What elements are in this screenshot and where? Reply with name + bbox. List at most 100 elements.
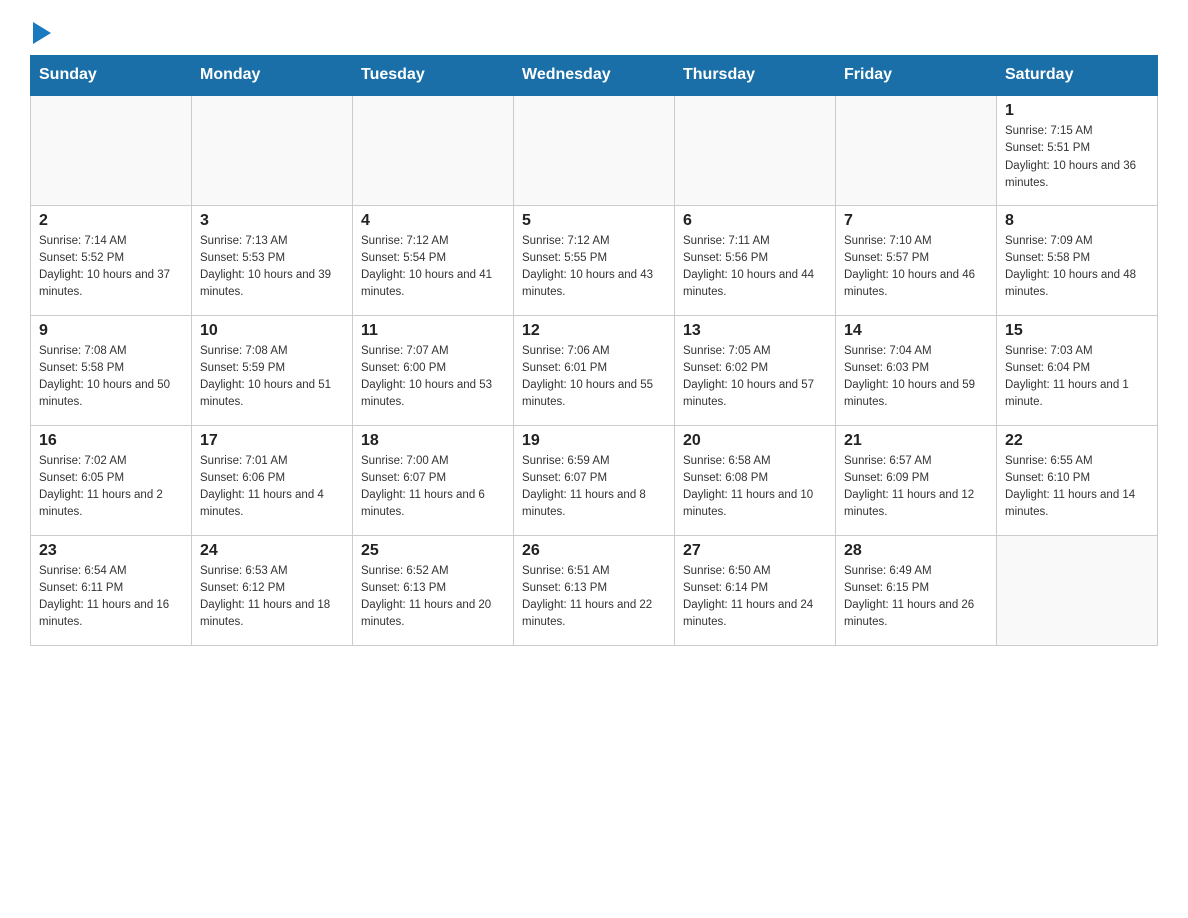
calendar-cell: 19 Sunrise: 6:59 AMSunset: 6:07 PMDayligh…: [514, 425, 675, 535]
calendar-week-row: 9 Sunrise: 7:08 AMSunset: 5:58 PMDaylight…: [31, 315, 1158, 425]
calendar-cell: 23 Sunrise: 6:54 AMSunset: 6:11 PMDayligh…: [31, 535, 192, 645]
day-number: 6: [683, 212, 827, 230]
calendar-cell: [675, 95, 836, 205]
calendar-cell: 7 Sunrise: 7:10 AMSunset: 5:57 PMDaylight…: [836, 205, 997, 315]
calendar-cell: 15 Sunrise: 7:03 AMSunset: 6:04 PMDayligh…: [997, 315, 1158, 425]
calendar-cell: [836, 95, 997, 205]
day-number: 8: [1005, 212, 1149, 230]
calendar-week-row: 1 Sunrise: 7:15 AMSunset: 5:51 PMDaylight…: [31, 95, 1158, 205]
day-info: Sunrise: 7:08 AMSunset: 5:59 PMDaylight:…: [200, 343, 344, 412]
day-info: Sunrise: 7:14 AMSunset: 5:52 PMDaylight:…: [39, 233, 183, 302]
day-number: 25: [361, 542, 505, 560]
calendar-cell: 12 Sunrise: 7:06 AMSunset: 6:01 PMDayligh…: [514, 315, 675, 425]
day-number: 22: [1005, 432, 1149, 450]
calendar-cell: 21 Sunrise: 6:57 AMSunset: 6:09 PMDayligh…: [836, 425, 997, 535]
calendar-cell: 1 Sunrise: 7:15 AMSunset: 5:51 PMDaylight…: [997, 95, 1158, 205]
day-number: 21: [844, 432, 988, 450]
calendar-cell: [997, 535, 1158, 645]
calendar-cell: 11 Sunrise: 7:07 AMSunset: 6:00 PMDayligh…: [353, 315, 514, 425]
day-number: 16: [39, 432, 183, 450]
day-info: Sunrise: 7:08 AMSunset: 5:58 PMDaylight:…: [39, 343, 183, 412]
day-info: Sunrise: 7:01 AMSunset: 6:06 PMDaylight:…: [200, 453, 344, 522]
day-info: Sunrise: 6:54 AMSunset: 6:11 PMDaylight:…: [39, 563, 183, 632]
day-info: Sunrise: 6:55 AMSunset: 6:10 PMDaylight:…: [1005, 453, 1149, 522]
day-number: 12: [522, 322, 666, 340]
day-info: Sunrise: 6:58 AMSunset: 6:08 PMDaylight:…: [683, 453, 827, 522]
day-info: Sunrise: 6:52 AMSunset: 6:13 PMDaylight:…: [361, 563, 505, 632]
day-number: 28: [844, 542, 988, 560]
day-info: Sunrise: 6:59 AMSunset: 6:07 PMDaylight:…: [522, 453, 666, 522]
day-info: Sunrise: 6:50 AMSunset: 6:14 PMDaylight:…: [683, 563, 827, 632]
calendar-cell: 28 Sunrise: 6:49 AMSunset: 6:15 PMDayligh…: [836, 535, 997, 645]
calendar-cell: [31, 95, 192, 205]
calendar-week-row: 16 Sunrise: 7:02 AMSunset: 6:05 PMDayligh…: [31, 425, 1158, 535]
day-number: 26: [522, 542, 666, 560]
calendar-cell: 20Sunrise: 6:58 AMSunset: 6:08 PMDayligh…: [675, 425, 836, 535]
day-number: 27: [683, 542, 827, 560]
calendar-table: SundayMondayTuesdayWednesdayThursdayFrid…: [30, 55, 1158, 646]
day-number: 4: [361, 212, 505, 230]
day-info: Sunrise: 7:02 AMSunset: 6:05 PMDaylight:…: [39, 453, 183, 522]
calendar-cell: 3 Sunrise: 7:13 AMSunset: 5:53 PMDaylight…: [192, 205, 353, 315]
day-info: Sunrise: 7:00 AMSunset: 6:07 PMDaylight:…: [361, 453, 505, 522]
day-info: Sunrise: 7:12 AMSunset: 5:55 PMDaylight:…: [522, 233, 666, 302]
calendar-cell: 5 Sunrise: 7:12 AMSunset: 5:55 PMDaylight…: [514, 205, 675, 315]
day-number: 1: [1005, 102, 1149, 120]
calendar-cell: 13 Sunrise: 7:05 AMSunset: 6:02 PMDayligh…: [675, 315, 836, 425]
day-number: 13: [683, 322, 827, 340]
calendar-header-monday: Monday: [192, 56, 353, 96]
day-number: 18: [361, 432, 505, 450]
day-number: 10: [200, 322, 344, 340]
calendar-cell: 27 Sunrise: 6:50 AMSunset: 6:14 PMDayligh…: [675, 535, 836, 645]
day-number: 3: [200, 212, 344, 230]
calendar-cell: 25 Sunrise: 6:52 AMSunset: 6:13 PMDayligh…: [353, 535, 514, 645]
day-info: Sunrise: 7:05 AMSunset: 6:02 PMDaylight:…: [683, 343, 827, 412]
calendar-cell: 6 Sunrise: 7:11 AMSunset: 5:56 PMDaylight…: [675, 205, 836, 315]
day-number: 19: [522, 432, 666, 450]
calendar-header-thursday: Thursday: [675, 56, 836, 96]
day-info: Sunrise: 6:57 AMSunset: 6:09 PMDaylight:…: [844, 453, 988, 522]
day-number: 15: [1005, 322, 1149, 340]
day-number: 24: [200, 542, 344, 560]
day-info: Sunrise: 7:03 AMSunset: 6:04 PMDaylight:…: [1005, 343, 1149, 412]
calendar-cell: [353, 95, 514, 205]
calendar-header-wednesday: Wednesday: [514, 56, 675, 96]
day-number: 9: [39, 322, 183, 340]
calendar-cell: 14 Sunrise: 7:04 AMSunset: 6:03 PMDayligh…: [836, 315, 997, 425]
calendar-cell: 4 Sunrise: 7:12 AMSunset: 5:54 PMDaylight…: [353, 205, 514, 315]
logo-triangle-icon: [33, 22, 51, 49]
day-number: 2: [39, 212, 183, 230]
day-info: Sunrise: 6:53 AMSunset: 6:12 PMDaylight:…: [200, 563, 344, 632]
day-info: Sunrise: 7:07 AMSunset: 6:00 PMDaylight:…: [361, 343, 505, 412]
calendar-cell: [192, 95, 353, 205]
day-info: Sunrise: 7:06 AMSunset: 6:01 PMDaylight:…: [522, 343, 666, 412]
calendar-cell: 8 Sunrise: 7:09 AMSunset: 5:58 PMDaylight…: [997, 205, 1158, 315]
calendar-week-row: 23 Sunrise: 6:54 AMSunset: 6:11 PMDayligh…: [31, 535, 1158, 645]
day-info: Sunrise: 7:13 AMSunset: 5:53 PMDaylight:…: [200, 233, 344, 302]
day-info: Sunrise: 7:11 AMSunset: 5:56 PMDaylight:…: [683, 233, 827, 302]
calendar-cell: 10 Sunrise: 7:08 AMSunset: 5:59 PMDayligh…: [192, 315, 353, 425]
calendar-header-friday: Friday: [836, 56, 997, 96]
calendar-cell: [514, 95, 675, 205]
day-number: 14: [844, 322, 988, 340]
page-header: [30, 20, 1158, 45]
day-info: Sunrise: 6:49 AMSunset: 6:15 PMDaylight:…: [844, 563, 988, 632]
day-info: Sunrise: 7:12 AMSunset: 5:54 PMDaylight:…: [361, 233, 505, 302]
calendar-cell: 2 Sunrise: 7:14 AMSunset: 5:52 PMDaylight…: [31, 205, 192, 315]
day-number: 7: [844, 212, 988, 230]
day-info: Sunrise: 7:15 AMSunset: 5:51 PMDaylight:…: [1005, 123, 1149, 192]
day-number: 5: [522, 212, 666, 230]
day-number: 11: [361, 322, 505, 340]
day-info: Sunrise: 7:10 AMSunset: 5:57 PMDaylight:…: [844, 233, 988, 302]
calendar-cell: 17 Sunrise: 7:01 AMSunset: 6:06 PMDayligh…: [192, 425, 353, 535]
calendar-header-saturday: Saturday: [997, 56, 1158, 96]
calendar-cell: 18 Sunrise: 7:00 AMSunset: 6:07 PMDayligh…: [353, 425, 514, 535]
calendar-cell: 24 Sunrise: 6:53 AMSunset: 6:12 PMDayligh…: [192, 535, 353, 645]
day-info: Sunrise: 7:09 AMSunset: 5:58 PMDaylight:…: [1005, 233, 1149, 302]
day-number: 23: [39, 542, 183, 560]
calendar-week-row: 2 Sunrise: 7:14 AMSunset: 5:52 PMDaylight…: [31, 205, 1158, 315]
calendar-cell: 16 Sunrise: 7:02 AMSunset: 6:05 PMDayligh…: [31, 425, 192, 535]
day-info: Sunrise: 7:04 AMSunset: 6:03 PMDaylight:…: [844, 343, 988, 412]
day-number: 17: [200, 432, 344, 450]
logo: [30, 20, 51, 45]
